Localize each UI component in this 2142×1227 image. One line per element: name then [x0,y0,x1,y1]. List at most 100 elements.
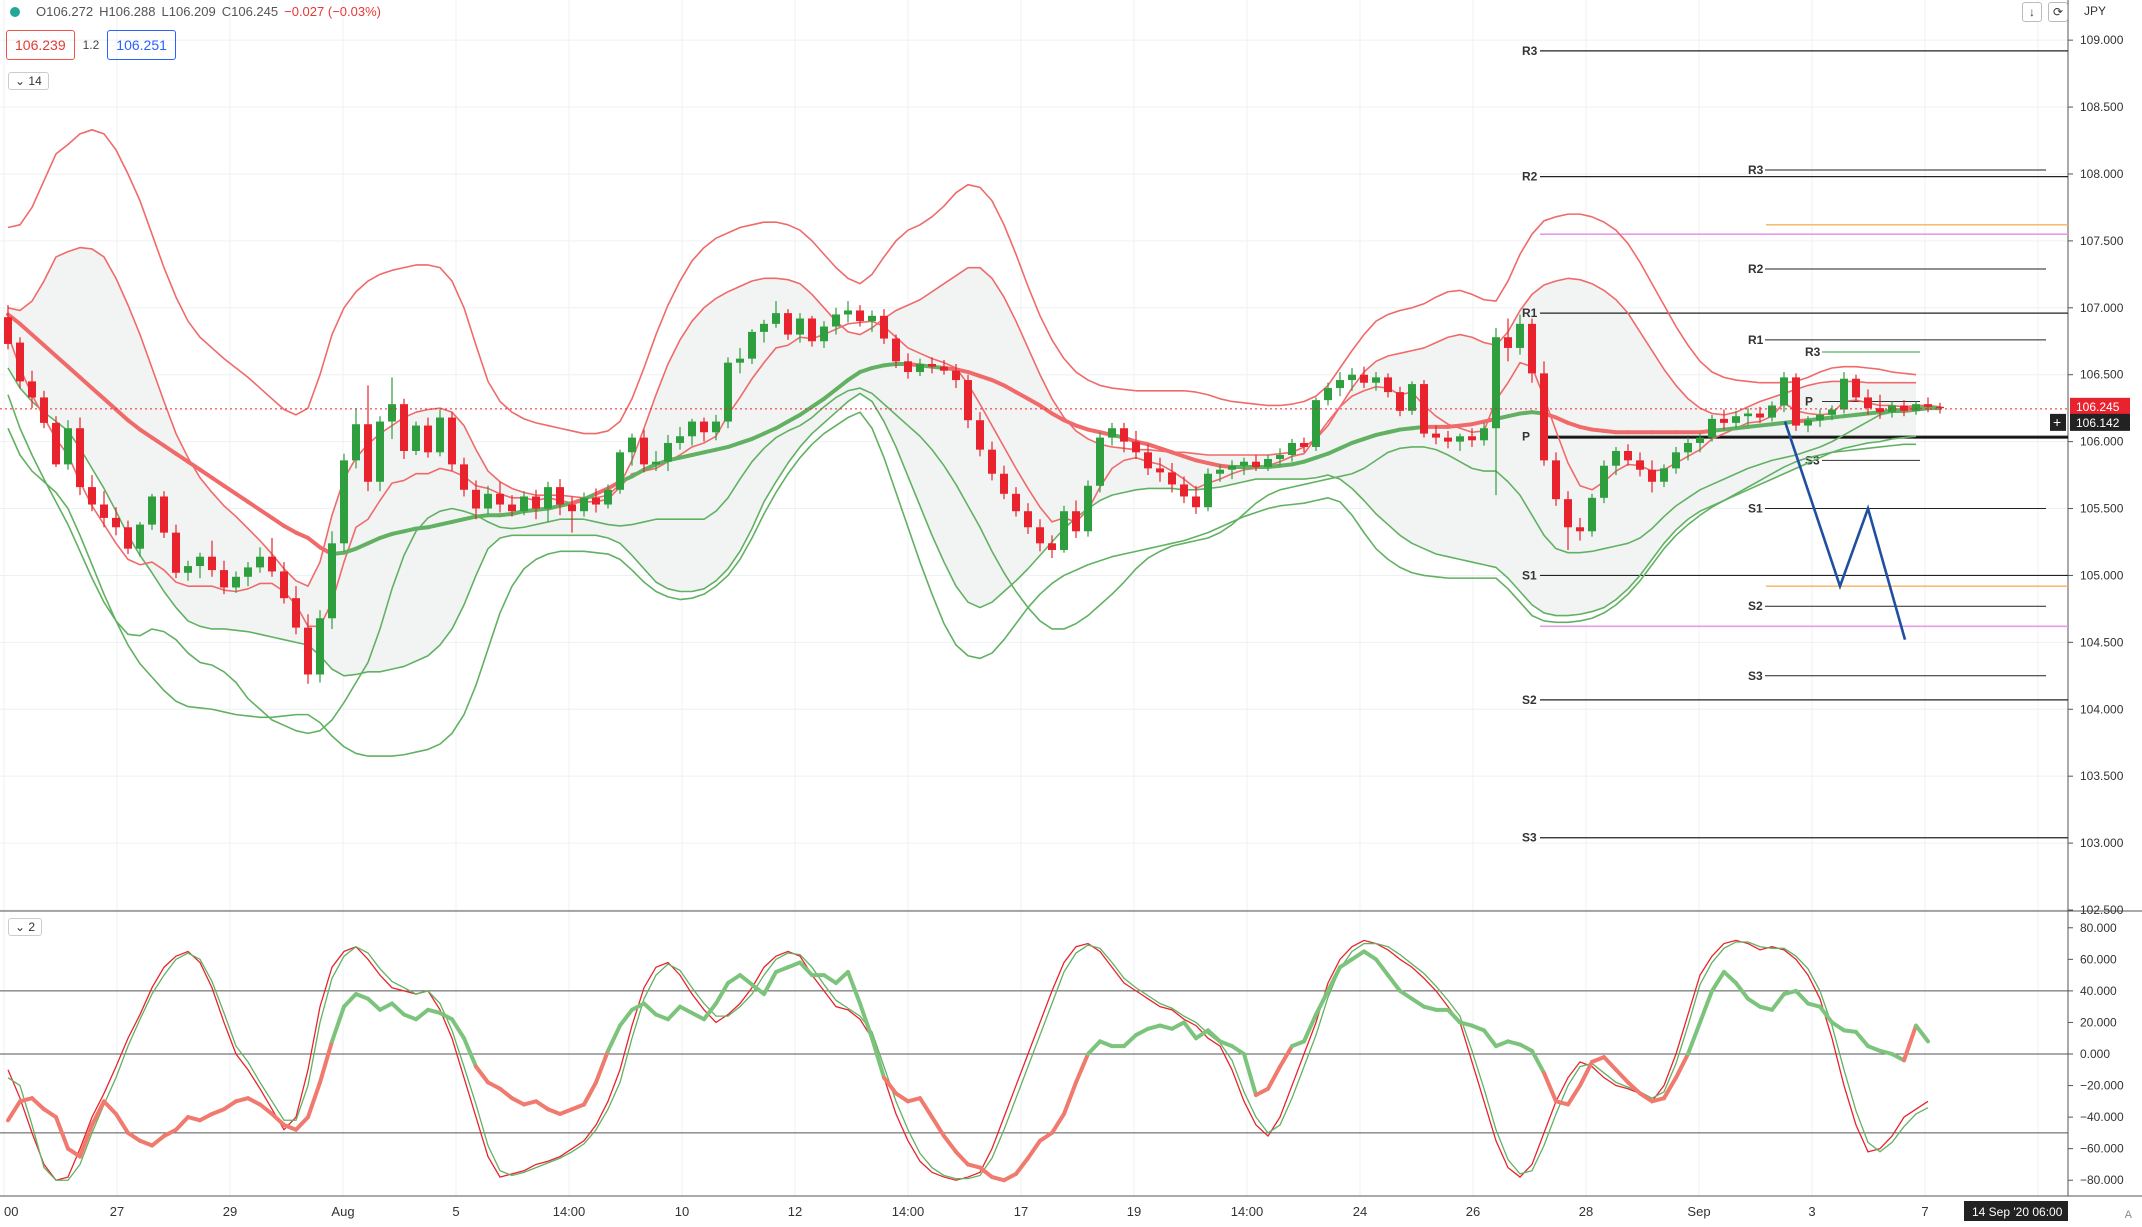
oscillator-main-segment [1614,1067,1630,1085]
candle-body [1660,468,1668,482]
candle-body [328,543,336,619]
oscillator-main-segment [1830,1020,1846,1033]
candle-body [160,496,168,533]
candle-body [664,442,672,462]
oscillator-main-segment [1686,1020,1702,1056]
candle-body [1468,436,1476,441]
oscillator-main-segment [1410,996,1426,1009]
candle-body [1000,473,1008,494]
candle-body [604,489,612,505]
weekly-pivot-label: S2 [1748,599,1763,613]
candle-body [928,364,936,367]
buy-button[interactable]: 106.251 [107,30,176,60]
oscillator-main-segment [1794,988,1810,1006]
candle-body [88,487,96,505]
x-tick-label: 24 [1353,1204,1367,1219]
y-tick-label: −60.000 [2080,1142,2124,1156]
oscillator-main-segment [198,1111,214,1123]
y-tick-label: 107.000 [2080,301,2124,315]
baseline-segment [198,467,214,480]
oscillator-main-segment [366,996,382,1012]
candle-body [1108,428,1116,438]
candle-body [736,358,744,363]
oscillator-main-segment [1278,1044,1294,1069]
y-tick-label: 105.000 [2080,568,2124,582]
main-indicator-inputs[interactable]: ⌄ 14 [8,72,49,90]
candle-body [1636,460,1644,470]
x-tick-label: Aug [331,1204,354,1219]
candle-body [1444,437,1452,442]
y-tick-label: −80.000 [2080,1173,2124,1187]
oscillator-main-segment [498,1086,514,1101]
oscillator-main-segment [1854,1029,1870,1049]
sub-indicator-inputs[interactable]: ⌄ 2 [8,918,43,936]
candle-body [1480,428,1488,441]
y-tick-label: 103.500 [2080,769,2124,783]
auto-scale-icon[interactable]: A [2125,1209,2132,1221]
x-tick-label: 12 [788,1204,802,1219]
candle-body [568,504,576,512]
candle-body [916,364,924,373]
candle-body [16,342,24,382]
candle-body [364,424,372,482]
candle-body [1792,377,1800,426]
candle-body [1600,465,1608,498]
candle-body [856,310,864,322]
arrow-down-icon[interactable]: ↓ [2022,2,2042,22]
candle-body [760,323,768,332]
candle-body [100,504,108,518]
legend-high: H106.288 [99,4,156,19]
baseline-segment [270,515,286,528]
legend-low: L106.209 [161,4,216,19]
candle-body [1672,452,1680,469]
currency-label[interactable]: JPY [2084,4,2106,18]
y-tick-label: 108.000 [2080,167,2124,181]
oscillator-main-segment [534,1099,550,1112]
oscillator-main-segment [510,1096,526,1107]
candle-body [724,362,732,422]
candle-body [1612,450,1620,466]
candle-body [1576,527,1584,532]
oscillator-main-segment [294,1115,310,1132]
pivot-label: S2 [1522,693,1537,707]
candle-body [1168,472,1176,485]
candle-body [520,496,528,512]
oscillator-main-segment [390,1001,406,1017]
candle-body [808,318,816,342]
candle-body [28,381,36,398]
sell-button[interactable]: 106.239 [6,30,75,60]
weekly-pivot-label: R3 [1748,163,1764,177]
candle-body [376,421,384,482]
candle-body [1624,450,1632,461]
chart-canvas[interactable]: 00 27 29 Aug 5 14:00 10 12 14:00 17 19 14:00 24 26 28 S… [0,0,2142,1227]
candle-body [1372,377,1380,383]
oscillator-main-segment [1374,957,1390,978]
candle-body [1216,469,1224,474]
oscillator-main-segment [330,1004,346,1044]
candle-body [1396,392,1404,411]
x-tick-label: 3 [1808,1204,1815,1219]
oscillator-main-segment [438,1010,454,1022]
sub-indicator-length: 2 [28,920,36,934]
pivot-label: P [1522,429,1530,443]
refresh-icon[interactable]: ⟳ [2048,2,2068,22]
candle-body [76,428,84,488]
x-tick-label: 7 [1921,1204,1928,1219]
oscillator-main-segment [102,1099,118,1116]
candle-body [688,421,696,437]
candle-body [640,437,648,465]
candle-body [1348,374,1356,381]
oscillator-main-segment [174,1115,190,1132]
candle-body [880,315,888,339]
oscillator-main-segment [1362,949,1378,962]
candle-body [1252,461,1260,468]
candle-body [544,487,552,509]
candle-body [1708,418,1716,438]
candle-body [652,461,660,465]
candle-body [556,487,564,505]
baseline-segment [306,535,322,550]
oscillator-main-segment [738,973,754,987]
oscillator-main-segment [1902,1023,1918,1063]
oscillator-main-segment [1566,1083,1582,1107]
candle-body [208,556,216,571]
